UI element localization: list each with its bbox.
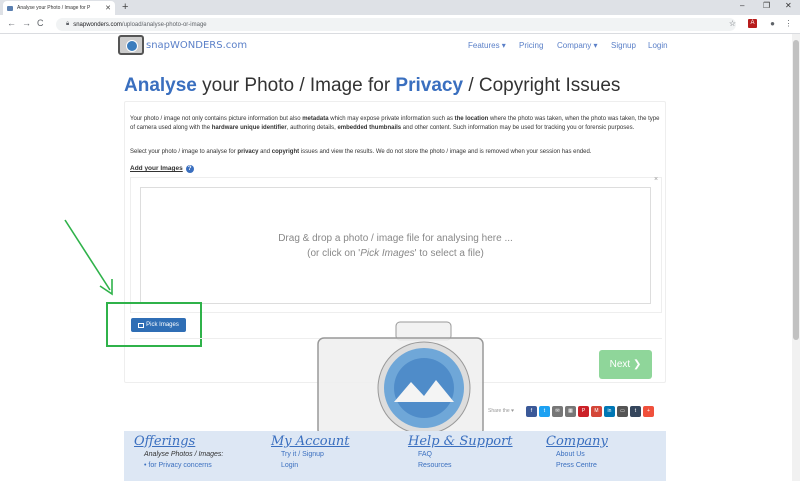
footer-offerings: Offerings Analyse Photos / Images: • for… [134, 434, 223, 471]
tab-close-icon[interactable]: ✕ [105, 4, 111, 12]
tab-title: Analyse your Photo / Image for P [17, 5, 91, 11]
share-button-6[interactable]: in [604, 406, 615, 417]
select-instructions: Select your photo / image to analyse for… [130, 149, 592, 155]
share-button-0[interactable]: f [526, 406, 537, 417]
share-button-7[interactable]: ▭ [617, 406, 628, 417]
lock-icon: 🔒︎ [66, 21, 70, 27]
nav-pricing[interactable]: Pricing [519, 41, 543, 50]
browser-tabstrip: Analyse your Photo / Image for P ✕ + – ❐… [0, 0, 800, 15]
page-title: Analyse your Photo / Image for Privacy /… [124, 75, 621, 96]
footer-link[interactable]: Press Centre [556, 460, 608, 471]
drop-zone-text: Drag & drop a photo / image file for ana… [278, 233, 513, 244]
footer-link[interactable]: • for Privacy concerns [144, 460, 223, 471]
reload-icon[interactable]: C [37, 18, 44, 28]
back-icon[interactable]: ← [7, 18, 16, 28]
help-icon[interactable]: ? [185, 165, 194, 173]
minimize-button[interactable]: – [740, 1, 744, 10]
nav-signup[interactable]: Signup [611, 41, 636, 50]
footer-help-heading: Help & Support [408, 434, 513, 449]
url-field[interactable]: 🔒︎ snapwonders.com/upload/analyse-photo-… [56, 18, 736, 31]
share-buttons: f t ✉ ▦ P Min ▭ t + [526, 406, 654, 417]
footer-link[interactable]: Try it / Signup [281, 449, 350, 460]
footer-help: Help & Support FAQ Resources [408, 434, 513, 471]
scrollbar-thumb[interactable] [793, 40, 799, 340]
logo-text: snapWONDERS.com [146, 39, 248, 51]
nav-company[interactable]: Company ▾ [557, 41, 597, 50]
footer-link[interactable]: FAQ [418, 449, 513, 460]
maximize-button[interactable]: ❐ [763, 1, 770, 10]
footer-link[interactable]: About Us [556, 449, 608, 460]
forward-icon[interactable]: → [22, 18, 31, 28]
nav-features[interactable]: Features ▾ [468, 41, 506, 50]
nav-login[interactable]: Login [648, 41, 668, 50]
window-close-button[interactable]: ✕ [785, 1, 792, 10]
extension-icon[interactable]: A [748, 19, 757, 28]
url-path: /upload/analyse-photo-or-image [121, 21, 207, 28]
address-bar: ← → C 🔒︎ snapwonders.com/upload/analyse-… [0, 15, 800, 34]
footer-link[interactable]: Resources [418, 460, 513, 471]
share-button-3[interactable]: ▦ [565, 406, 576, 417]
share-button-4[interactable]: P [578, 406, 589, 417]
url-host: snapwonders.com [73, 21, 122, 28]
share-button-2[interactable]: ✉ [552, 406, 563, 417]
drop-zone[interactable] [140, 187, 651, 304]
camera-watermark-icon [317, 321, 484, 437]
site-favicon-icon [7, 5, 13, 11]
green-arrow-icon [64, 219, 113, 296]
profile-icon[interactable]: ● [768, 19, 777, 28]
share-button-5[interactable]: M [591, 406, 602, 417]
new-tab-button[interactable]: + [122, 1, 128, 13]
intro-text: Your photo / image not only contains pic… [130, 116, 660, 131]
share-button-1[interactable]: t [539, 406, 550, 417]
upload-panel-close-icon[interactable]: × [654, 176, 658, 183]
footer-company-heading: Company [546, 434, 608, 449]
footer-link: Analyse Photos / Images: [144, 451, 224, 458]
next-button[interactable]: Next ❯ [599, 350, 652, 379]
share-button-9[interactable]: + [643, 406, 654, 417]
footer-account-heading: My Account [271, 434, 350, 449]
bookmark-star-icon[interactable]: ☆ [728, 19, 737, 28]
browser-tab[interactable]: Analyse your Photo / Image for P ✕ [3, 1, 115, 15]
share-button-8[interactable]: t [630, 406, 641, 417]
highlight-box [106, 302, 202, 347]
page: snapWONDERS.com Features ▾ Pricing Compa… [0, 34, 792, 481]
site-logo[interactable]: snapWONDERS.com [118, 35, 247, 55]
menu-icon[interactable]: ⋮ [784, 19, 793, 28]
footer-account: My Account Try it / Signup Login [271, 434, 350, 471]
share-label: Share the ♥ [488, 408, 515, 414]
add-images-label: Add your Images? [130, 165, 194, 173]
drop-zone-hint: (or click on 'Pick Images' to select a f… [307, 248, 484, 259]
footer-link[interactable]: Login [281, 460, 350, 471]
footer-offerings-heading: Offerings [134, 434, 196, 449]
footer-company: Company About Us Press Centre [546, 434, 608, 471]
